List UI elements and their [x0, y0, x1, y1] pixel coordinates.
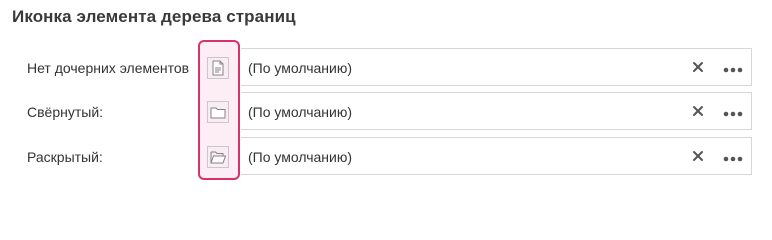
icon-preview[interactable] — [206, 100, 230, 124]
icon-select-field[interactable]: (По умолчанию) — [241, 92, 752, 130]
section-title: Иконка элемента дерева страниц — [12, 7, 296, 26]
icon-preview[interactable] — [206, 145, 230, 169]
folder-open-icon — [207, 146, 229, 168]
folder-closed-icon — [207, 101, 229, 123]
tree-icon-row-expanded: Раскрытый: (По умолчанию) — [0, 137, 772, 177]
more-options-icon[interactable] — [723, 106, 743, 117]
clear-icon[interactable] — [691, 60, 705, 74]
more-options-icon[interactable] — [723, 151, 743, 162]
icon-select-field[interactable]: (По умолчанию) — [241, 48, 752, 86]
clear-icon[interactable] — [691, 104, 705, 118]
tree-icon-row-collapsed: Свёрнутый: (По умолчанию) — [0, 92, 772, 132]
document-icon — [207, 57, 229, 79]
row-label: Раскрытый: — [27, 149, 103, 165]
field-value: (По умолчанию) — [248, 149, 353, 165]
field-value: (По умолчанию) — [248, 104, 353, 120]
icon-select-field[interactable]: (По умолчанию) — [241, 137, 752, 175]
more-options-icon[interactable] — [723, 62, 743, 73]
field-value: (По умолчанию) — [248, 60, 353, 76]
row-label: Нет дочерних элементов — [27, 60, 190, 76]
clear-icon[interactable] — [691, 149, 705, 163]
row-label: Свёрнутый: — [27, 104, 104, 120]
tree-icon-row-no-children: Нет дочерних элементов (По умолчанию) — [0, 48, 772, 88]
icon-preview[interactable] — [206, 56, 230, 80]
